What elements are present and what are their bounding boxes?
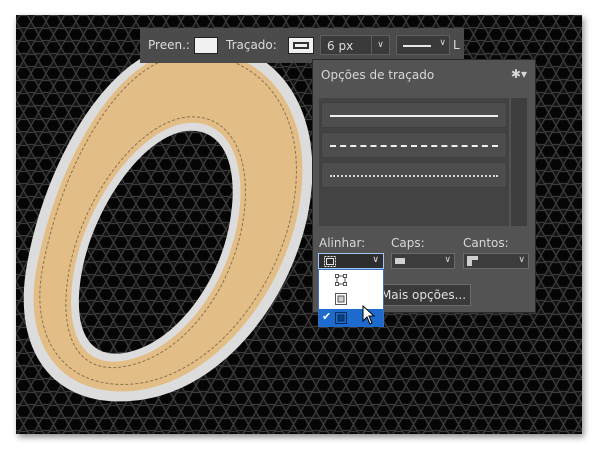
chevron-down-icon: ∨ <box>439 38 446 48</box>
truncated-label: L <box>453 38 460 52</box>
chevron-down-icon: ∨ <box>518 255 525 265</box>
stroke-color-swatch[interactable] <box>288 37 314 54</box>
stroke-label: Traçado: <box>226 38 277 52</box>
shape-options-bar: Preen.: Traçado: 6 px ∨ ∨ L <box>140 28 464 63</box>
stroke-width-value: 6 px <box>327 39 354 53</box>
mouse-pointer-icon <box>362 305 376 325</box>
dotted-line-icon <box>330 175 498 177</box>
chevron-down-icon: ∨ <box>372 255 379 265</box>
solid-line-icon <box>330 115 498 117</box>
align-option-inside[interactable] <box>319 271 383 289</box>
solid-line-icon <box>403 45 431 47</box>
caps-label: Caps: <box>391 236 425 250</box>
corners-label: Cantos: <box>463 236 509 250</box>
caps-dropdown[interactable]: ∨ <box>391 253 455 269</box>
align-outside-icon <box>324 256 336 267</box>
miter-corner-icon <box>467 256 478 266</box>
stroke-width-field[interactable]: 6 px ∨ <box>320 35 390 55</box>
butt-cap-icon <box>395 258 405 264</box>
panel-title: Opções de traçado <box>321 68 435 82</box>
stroke-presets-list <box>319 98 509 226</box>
checkmark-icon: ✔ <box>322 310 332 323</box>
canvas-frame: Preen.: Traçado: 6 px ∨ ∨ L Opções de tr… <box>16 15 582 434</box>
preset-dotted-line[interactable] <box>321 162 507 188</box>
fill-label: Preen.: <box>148 38 190 52</box>
fill-color-swatch[interactable] <box>194 37 218 54</box>
gear-icon[interactable]: ✱▾ <box>511 67 527 81</box>
preset-solid-line[interactable] <box>321 102 507 128</box>
align-dropdown[interactable]: ∨ <box>318 253 384 269</box>
align-label: Alinhar: <box>319 236 366 250</box>
align-outside-icon <box>335 312 347 324</box>
align-inside-icon <box>335 274 347 286</box>
corners-dropdown[interactable]: ∨ <box>463 253 529 269</box>
preset-dashed-line[interactable] <box>321 132 507 158</box>
chevron-down-icon[interactable]: ∨ <box>371 36 389 54</box>
dashed-line-icon <box>330 145 498 147</box>
more-options-button[interactable]: Mais opções... <box>376 284 471 306</box>
presets-scrollbar[interactable] <box>511 98 527 226</box>
chevron-down-icon: ∨ <box>444 255 451 265</box>
align-center-icon <box>335 293 347 305</box>
stroke-type-dropdown[interactable]: ∨ <box>396 35 450 55</box>
